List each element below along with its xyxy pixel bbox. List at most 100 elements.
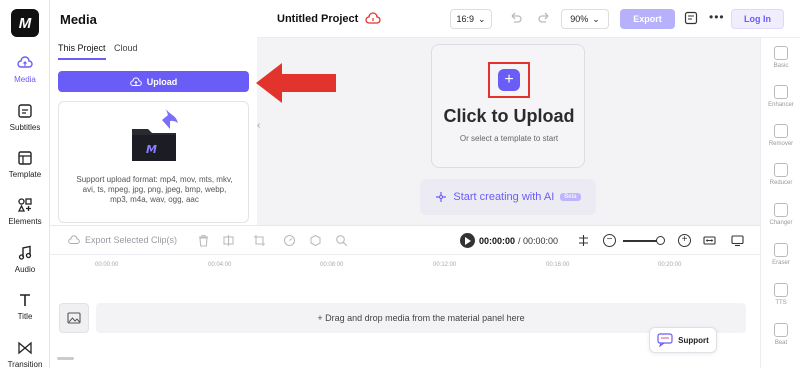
- zoom-in-button[interactable]: +: [678, 234, 691, 247]
- supported-formats-text: Support upload format: mp4, mov, mts, mk…: [76, 175, 233, 204]
- transition-icon: [18, 341, 32, 355]
- support-button[interactable]: Support: [649, 327, 717, 353]
- undo-icon[interactable]: [508, 11, 522, 25]
- svg-text:M: M: [146, 143, 157, 156]
- rail-item-subtitles[interactable]: Subtitles: [0, 103, 50, 132]
- upload-drop-area[interactable]: M Support upload format: mp4, mov, mts, …: [58, 101, 249, 223]
- canvas-upload-card[interactable]: + Click to Upload Or select a template t…: [431, 44, 585, 168]
- tab-active-underline: [58, 58, 106, 60]
- add-media-button[interactable]: +: [498, 69, 520, 91]
- crop-icon[interactable]: [253, 234, 266, 247]
- ruler-tick: 00:20:00: [658, 262, 682, 268]
- media-panel: Media This Project Cloud Upload M Suppor…: [50, 0, 257, 228]
- export-clips-label: Export Selected Clip(s): [85, 235, 178, 245]
- media-cloud-icon: [17, 56, 33, 68]
- tool-label: Enhancer: [768, 102, 794, 108]
- export-selected-clips-button[interactable]: Export Selected Clip(s): [68, 235, 177, 245]
- tools-rail: Basic Enhancer Remover Reducer Changer E…: [760, 38, 800, 368]
- image-icon: [67, 312, 81, 324]
- timeline-tracks: + Drag and drop media from the material …: [50, 273, 760, 368]
- ruler-tick: 00:16:00: [546, 262, 570, 268]
- login-button[interactable]: Log In: [731, 9, 784, 29]
- fit-timeline-icon[interactable]: [703, 234, 716, 247]
- mask-icon[interactable]: [309, 234, 322, 247]
- rail-item-title[interactable]: Title: [0, 292, 50, 321]
- rail-label: Subtitles: [9, 123, 41, 132]
- panel-title: Media: [60, 12, 97, 27]
- redo-icon[interactable]: [538, 11, 552, 25]
- chevron-down-icon: ⌄: [592, 13, 600, 24]
- project-title[interactable]: Untitled Project: [277, 13, 358, 25]
- tool-tts[interactable]: TTS: [761, 283, 800, 306]
- timeline-drop-zone[interactable]: + Drag and drop media from the material …: [96, 303, 746, 333]
- cloud-sync-warning-icon[interactable]: [365, 12, 381, 26]
- zoom-out-button[interactable]: −: [603, 234, 616, 247]
- speed-icon[interactable]: [283, 234, 296, 247]
- upload-cloud-icon: [129, 76, 142, 86]
- ruler-tick: 00:12:00: [433, 262, 457, 268]
- tool-changer[interactable]: Changer: [761, 203, 800, 226]
- rail-item-audio[interactable]: Audio: [0, 245, 50, 274]
- tool-beat[interactable]: Beat: [761, 323, 800, 346]
- rail-item-template[interactable]: Template: [0, 150, 50, 179]
- app-logo[interactable]: M: [11, 9, 39, 37]
- tool-eraser[interactable]: Eraser: [761, 243, 800, 266]
- ruler-tick: 00:04:00: [208, 262, 232, 268]
- aspect-ratio-select[interactable]: 16:9 ⌄: [450, 9, 492, 29]
- timeline-toolbar: Export Selected Clip(s) 00:00:00 / 00:00…: [50, 225, 760, 255]
- support-label: Support: [678, 335, 709, 345]
- click-to-upload-heading: Click to Upload: [443, 106, 575, 126]
- zoom-search-icon[interactable]: [335, 234, 348, 247]
- ruler-tick: 00:08:00: [320, 262, 344, 268]
- beta-badge: Beta: [560, 193, 581, 201]
- upload-button[interactable]: Upload: [58, 71, 249, 92]
- tool-label: Reducer: [769, 180, 793, 186]
- delete-icon[interactable]: [197, 234, 210, 247]
- rail-item-media[interactable]: Media: [0, 49, 50, 91]
- tool-remover[interactable]: Remover: [761, 124, 800, 147]
- rail-label: Audio: [14, 265, 36, 274]
- rail-label: Media: [14, 75, 36, 84]
- subtitles-icon: [18, 104, 32, 118]
- play-button[interactable]: [460, 233, 475, 248]
- split-icon[interactable]: [222, 234, 235, 247]
- export-button[interactable]: Export: [620, 9, 675, 29]
- display-icon[interactable]: [731, 234, 744, 247]
- template-icon: [18, 151, 32, 165]
- ai-label: Start creating with AI: [453, 191, 555, 203]
- cloud-export-icon: [68, 235, 80, 244]
- rail-item-elements[interactable]: Elements: [0, 197, 50, 226]
- panel-collapse-handle[interactable]: ‹: [257, 120, 265, 136]
- ruler-tick: 00:00:00: [95, 262, 119, 268]
- tool-label: Beat: [774, 340, 788, 346]
- tab-this-project[interactable]: This Project: [58, 43, 106, 53]
- aspect-ratio-value: 16:9: [456, 14, 474, 24]
- reducer-icon: [774, 163, 788, 177]
- media-track-thumbnail[interactable]: [59, 303, 89, 333]
- tab-cloud[interactable]: Cloud: [114, 43, 138, 53]
- zoom-select[interactable]: 90% ⌄: [561, 9, 609, 29]
- ai-sparkle-icon: [436, 192, 447, 202]
- tool-reducer[interactable]: Reducer: [761, 163, 800, 186]
- upload-label: Upload: [146, 76, 178, 87]
- timeline-zoom-knob[interactable]: [656, 236, 665, 245]
- tool-basic[interactable]: Basic: [761, 46, 800, 69]
- snap-icon[interactable]: [577, 234, 590, 247]
- timeline-ruler[interactable]: 00:00:00 00:04:00 00:08:00 00:12:00 00:1…: [50, 255, 760, 273]
- tool-enhancer[interactable]: Enhancer: [761, 85, 800, 108]
- rail-label: Template: [8, 170, 42, 179]
- annotation-highlight-box: +: [488, 62, 530, 98]
- rail-item-transition[interactable]: Transition: [0, 340, 50, 368]
- rail-label: Title: [17, 312, 33, 321]
- zoom-value: 90%: [570, 14, 589, 24]
- feedback-icon[interactable]: [684, 11, 698, 25]
- rail-label: Elements: [8, 217, 42, 226]
- folder-icon: M: [132, 109, 178, 161]
- eraser-icon: [774, 243, 788, 257]
- tool-label: TTS: [775, 300, 787, 306]
- start-with-ai-button[interactable]: Start creating with AI Beta: [420, 179, 596, 215]
- enhancer-icon: [774, 85, 788, 99]
- more-options-icon[interactable]: •••: [709, 10, 725, 24]
- support-chat-icon: [657, 333, 673, 347]
- timeline-scrollbar[interactable]: [57, 357, 74, 360]
